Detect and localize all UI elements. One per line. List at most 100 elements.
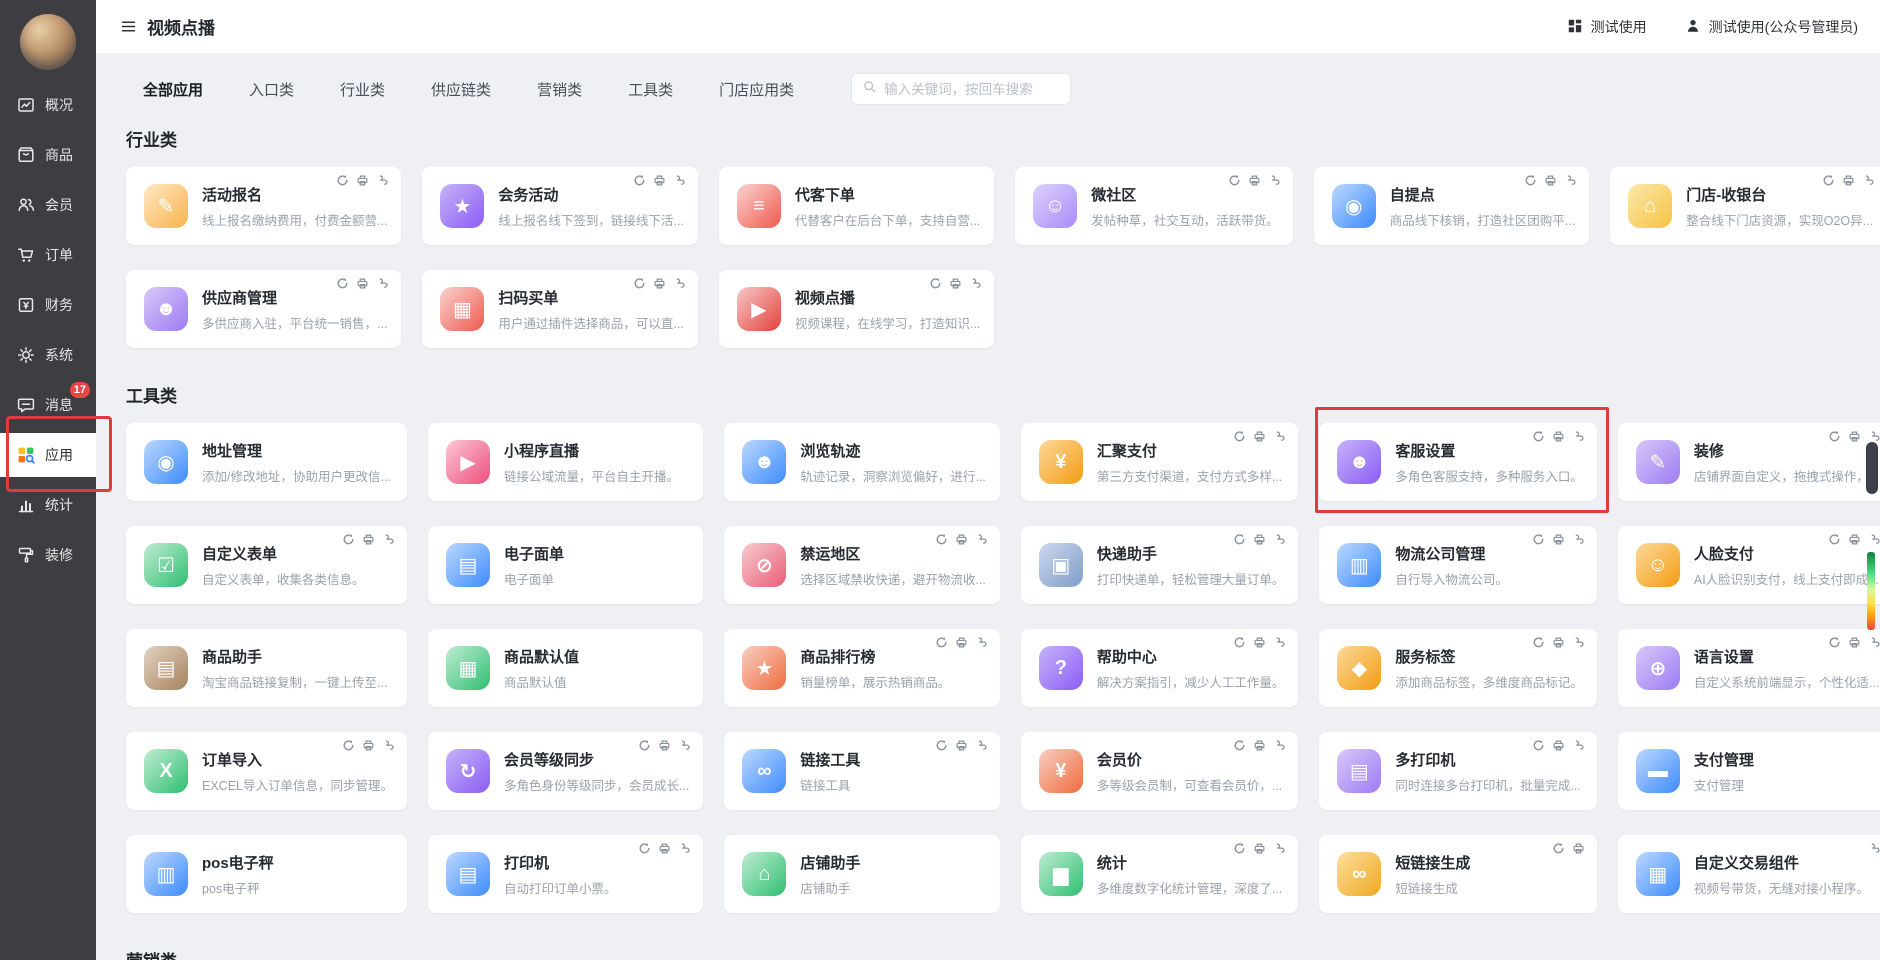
print-icon[interactable]: [1253, 430, 1266, 443]
link-icon[interactable]: [673, 277, 686, 290]
print-icon[interactable]: [1572, 842, 1585, 855]
refresh-icon[interactable]: [1524, 174, 1537, 187]
link-icon[interactable]: [382, 533, 395, 546]
app-card[interactable]: ⌂ 门店-收银台 整合线下门店资源，实现O2O异...: [1610, 167, 1880, 245]
app-card[interactable]: ✎ 活动报名 线上报名缴纳费用，付费金额营...: [126, 167, 402, 245]
refresh-icon[interactable]: [929, 277, 942, 290]
print-icon[interactable]: [653, 277, 666, 290]
user-menu[interactable]: 测试使用(公众号管理员): [1685, 17, 1858, 37]
app-card[interactable]: ◉ 自提点 商品线下核销，打造社区团购平...: [1313, 167, 1590, 245]
link-icon[interactable]: [678, 842, 691, 855]
link-icon[interactable]: [376, 277, 389, 290]
app-card[interactable]: ▥ 物流公司管理 自行导入物流公司。: [1319, 526, 1597, 604]
app-card[interactable]: ◉ 地址管理 添加/修改地址，协助用户更改信...: [126, 423, 407, 501]
link-icon[interactable]: [1273, 430, 1286, 443]
print-icon[interactable]: [955, 533, 968, 546]
sidebar-item-decorate[interactable]: 装修: [0, 530, 96, 580]
sidebar-item-stats[interactable]: 统计: [0, 480, 96, 530]
refresh-icon[interactable]: [1828, 636, 1841, 649]
print-icon[interactable]: [362, 739, 375, 752]
tab-supply-chain[interactable]: 供应链类: [414, 72, 508, 107]
app-card[interactable]: ▶ 视频点播 视频课程，在线学习，打造知识...: [718, 270, 995, 348]
sidebar-item-apps[interactable]: 应用: [0, 416, 112, 492]
app-card[interactable]: ▤ 多打印机 同时连接多台打印机，批量完成...: [1319, 732, 1597, 810]
refresh-icon[interactable]: [1828, 533, 1841, 546]
print-icon[interactable]: [955, 636, 968, 649]
app-card[interactable]: ☻ 浏览轨迹 轨迹记录，洞察浏览偏好，进行...: [724, 423, 1000, 501]
app-card[interactable]: ⊕ 语言设置 自定义系统前端显示，个性化适...: [1617, 629, 1880, 707]
sidebar-item-orders[interactable]: 订单: [0, 230, 96, 280]
link-icon[interactable]: [1273, 842, 1286, 855]
app-card[interactable]: ▤ 商品助手 淘宝商品链接复制，一键上传至...: [126, 629, 407, 707]
sidebar-item-members[interactable]: 会员: [0, 180, 96, 230]
refresh-icon[interactable]: [633, 277, 646, 290]
app-card[interactable]: ▦ 商品默认值 商品默认值: [428, 629, 704, 707]
link-icon[interactable]: [1564, 174, 1577, 187]
app-card[interactable]: ★ 会务活动 线上报名线下签到，链接线下活...: [422, 167, 698, 245]
refresh-icon[interactable]: [336, 277, 349, 290]
refresh-icon[interactable]: [342, 533, 355, 546]
refresh-icon[interactable]: [1233, 636, 1246, 649]
tab-industry[interactable]: 行业类: [323, 72, 402, 107]
refresh-icon[interactable]: [1233, 533, 1246, 546]
link-icon[interactable]: [975, 533, 988, 546]
print-icon[interactable]: [1842, 174, 1855, 187]
extension-color-strip[interactable]: [1867, 552, 1875, 630]
print-icon[interactable]: [1552, 533, 1565, 546]
refresh-icon[interactable]: [1233, 842, 1246, 855]
link-icon[interactable]: [1572, 739, 1585, 752]
refresh-icon[interactable]: [638, 842, 651, 855]
app-card[interactable]: X 订单导入 EXCEL导入订单信息，同步管理。: [126, 732, 407, 810]
link-icon[interactable]: [969, 277, 982, 290]
tab-all-apps[interactable]: 全部应用: [126, 72, 220, 107]
link-icon[interactable]: [376, 174, 389, 187]
print-icon[interactable]: [658, 739, 671, 752]
app-card[interactable]: ∞ 短链接生成 短链接生成: [1319, 835, 1597, 913]
print-icon[interactable]: [1848, 636, 1861, 649]
link-icon[interactable]: [382, 739, 395, 752]
print-icon[interactable]: [1552, 739, 1565, 752]
link-icon[interactable]: [1273, 533, 1286, 546]
refresh-icon[interactable]: [935, 739, 948, 752]
print-icon[interactable]: [653, 174, 666, 187]
refresh-icon[interactable]: [1532, 636, 1545, 649]
print-icon[interactable]: [356, 174, 369, 187]
print-icon[interactable]: [356, 277, 369, 290]
app-card[interactable]: ↻ 会员等级同步 多角色身份等级同步，会员成长...: [428, 732, 704, 810]
refresh-icon[interactable]: [1532, 533, 1545, 546]
link-icon[interactable]: [1273, 739, 1286, 752]
app-card[interactable]: ▦ 扫码买单 用户通过插件选择商品，可以直...: [422, 270, 698, 348]
refresh-icon[interactable]: [1233, 739, 1246, 752]
app-card[interactable]: ☺ 微社区 发帖种草，社交互动，活跃带货。: [1015, 167, 1293, 245]
tab-entry[interactable]: 入口类: [232, 72, 311, 107]
print-icon[interactable]: [658, 842, 671, 855]
app-card[interactable]: ✎ 装修 店铺界面自定义，拖拽式操作，...: [1617, 423, 1880, 501]
link-icon[interactable]: [1868, 533, 1880, 546]
print-icon[interactable]: [1253, 842, 1266, 855]
avatar[interactable]: [20, 14, 76, 70]
refresh-icon[interactable]: [1233, 430, 1246, 443]
refresh-icon[interactable]: [1532, 430, 1545, 443]
refresh-icon[interactable]: [342, 739, 355, 752]
app-card[interactable]: ☑ 自定义表单 自定义表单，收集各类信息。: [126, 526, 407, 604]
sidebar-item-messages[interactable]: 消息 17: [0, 380, 96, 430]
link-icon[interactable]: [1273, 636, 1286, 649]
tab-marketing[interactable]: 营销类: [520, 72, 599, 107]
link-icon[interactable]: [1868, 430, 1880, 443]
app-card[interactable]: ∞ 链接工具 链接工具: [724, 732, 1000, 810]
search-input[interactable]: [884, 81, 1061, 97]
refresh-icon[interactable]: [1552, 842, 1565, 855]
print-icon[interactable]: [362, 533, 375, 546]
scrollbar-thumb[interactable]: [1866, 442, 1878, 494]
tab-tools[interactable]: 工具类: [611, 72, 690, 107]
app-card[interactable]: ? 帮助中心 解决方案指引，减少人工工作量。: [1020, 629, 1299, 707]
link-icon[interactable]: [1862, 174, 1875, 187]
app-card[interactable]: ▥ pos电子秤 pos电子秤: [126, 835, 407, 913]
app-card[interactable]: ⊘ 禁运地区 选择区域禁收快递，避开物流收...: [724, 526, 1000, 604]
print-icon[interactable]: [1248, 174, 1261, 187]
refresh-icon[interactable]: [935, 636, 948, 649]
workspace-switcher[interactable]: 测试使用: [1567, 17, 1647, 37]
app-card[interactable]: ▤ 打印机 自动打印订单小票。: [428, 835, 704, 913]
app-card[interactable]: ¥ 会员价 多等级会员制，可查看会员价，...: [1020, 732, 1299, 810]
link-icon[interactable]: [1572, 636, 1585, 649]
